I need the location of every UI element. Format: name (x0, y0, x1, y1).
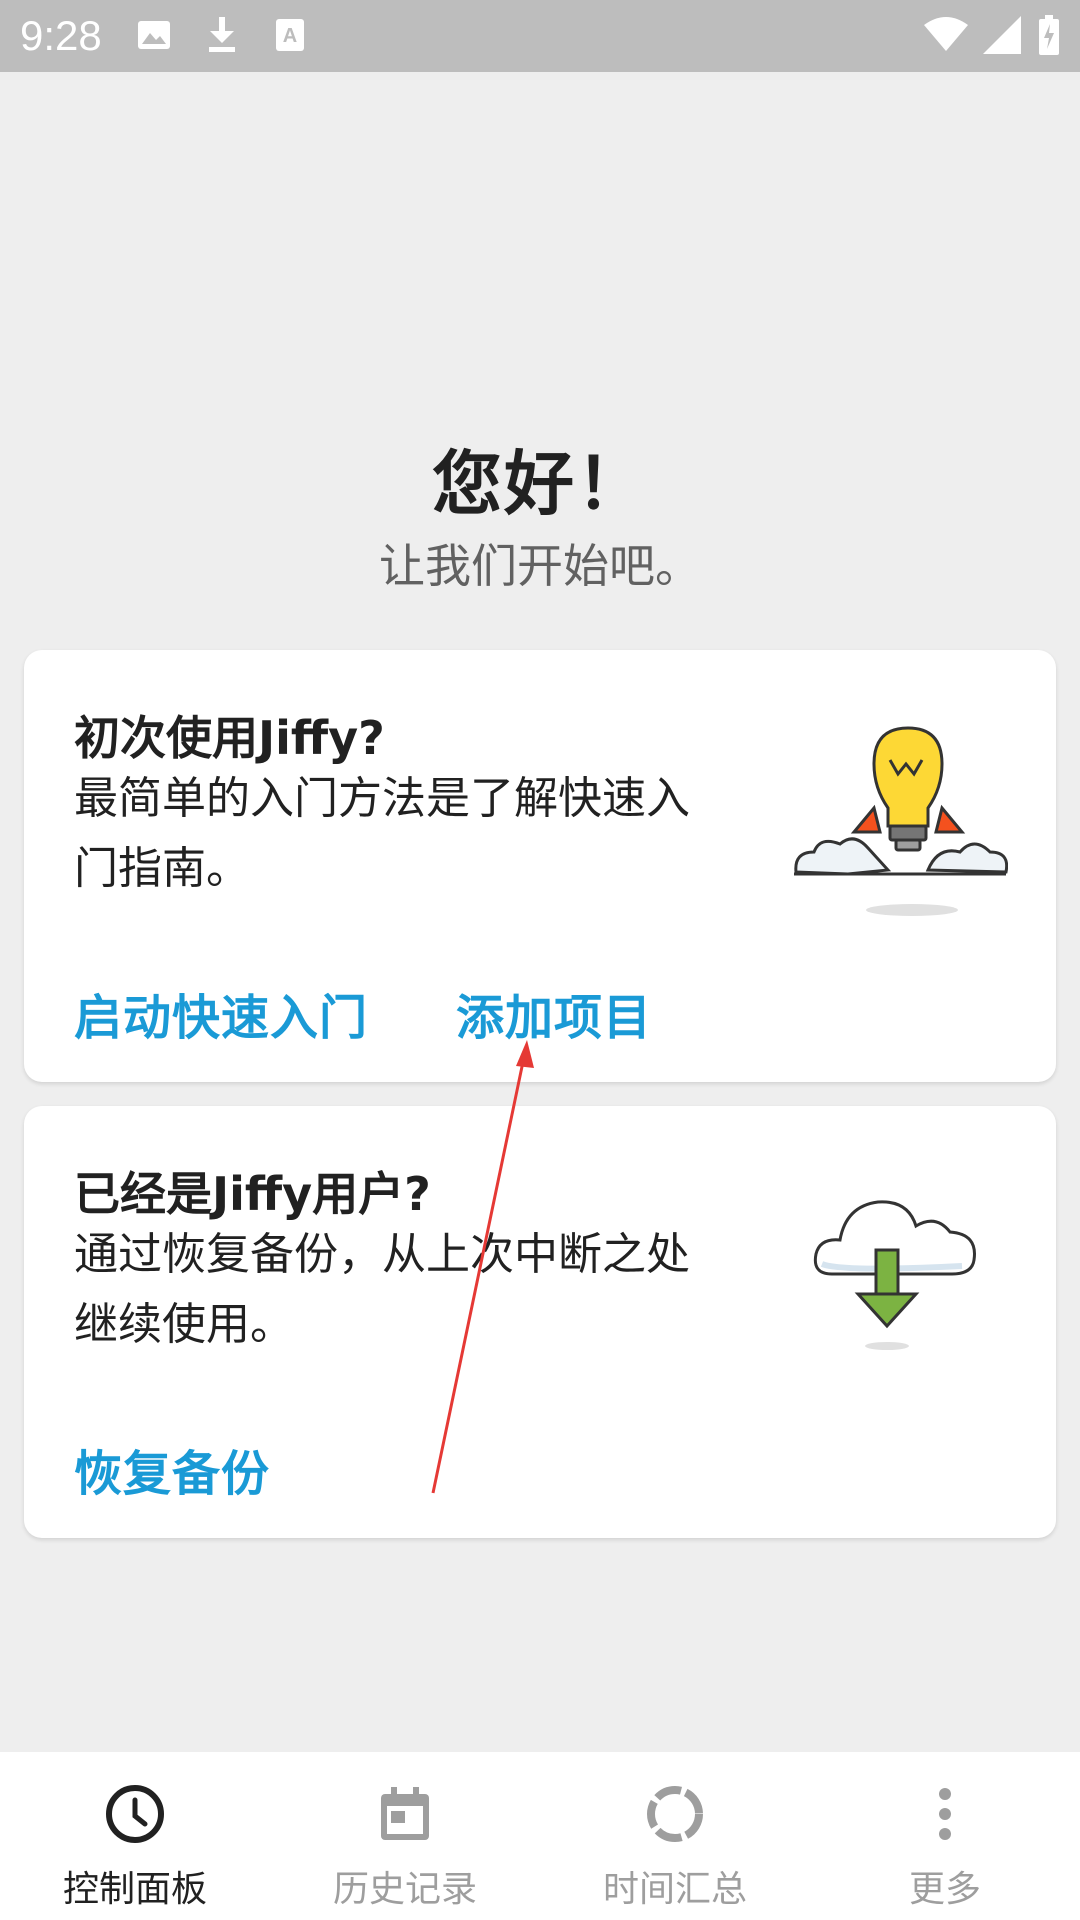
card-title: 初次使用Jiffy? (74, 711, 385, 765)
restore-backup-button[interactable]: 恢复备份 (74, 1434, 270, 1504)
existing-user-card: 已经是Jiffy用户? 通过恢复备份，从上次中断之处继续使用。 恢复备份 (24, 1106, 1056, 1538)
battery-icon (1036, 14, 1062, 56)
card-body: 通过恢复备份，从上次中断之处继续使用。 (74, 1229, 690, 1350)
nav-label: 更多 (908, 1869, 981, 1910)
more-vert-icon (915, 1784, 975, 1844)
svg-text:A: A (283, 25, 297, 47)
status-bar: 9:28 A (0, 0, 1080, 72)
nav-label: 控制面板 (62, 1869, 207, 1910)
greeting-subtitle: 让我们开始吧。 (379, 539, 701, 593)
lightbulb-rocket-icon (788, 720, 1009, 920)
signal-icon (982, 14, 1022, 56)
status-system-icons (924, 14, 1062, 56)
cloud-download-icon (812, 1182, 982, 1352)
nav-label: 时间汇总 (602, 1869, 747, 1910)
circle-progress-icon (645, 1784, 705, 1844)
nav-label: 历史记录 (332, 1869, 477, 1910)
status-time: 9:28 (20, 12, 102, 59)
start-quickstart-button[interactable]: 启动快速入门 (74, 978, 368, 1048)
calendar-icon (375, 1784, 435, 1844)
clock-icon (105, 1784, 165, 1844)
bottom-navigation: 控制面板 历史记录 时间汇总 更多 (0, 1752, 1080, 1920)
wifi-icon (924, 14, 968, 56)
image-icon (135, 14, 173, 56)
download-icon (203, 14, 241, 56)
nav-item-history[interactable]: 历史记录 (270, 1752, 540, 1920)
nav-item-time-summary[interactable]: 时间汇总 (540, 1752, 810, 1920)
greeting-title: 您好！ (432, 443, 648, 525)
nav-item-dashboard[interactable]: 控制面板 (0, 1752, 270, 1920)
add-project-button[interactable]: 添加项目 (456, 978, 652, 1048)
nav-item-more[interactable]: 更多 (810, 1752, 1080, 1920)
card-title: 已经是Jiffy用户? (74, 1167, 431, 1221)
status-notification-icons: A (135, 14, 309, 56)
new-user-card: 初次使用Jiffy? 最简单的入门方法是了解快速入门指南。 启动快速入门 添加项… (24, 650, 1056, 1082)
card-body: 最简单的入门方法是了解快速入门指南。 (74, 773, 690, 894)
text-icon: A (271, 14, 309, 56)
